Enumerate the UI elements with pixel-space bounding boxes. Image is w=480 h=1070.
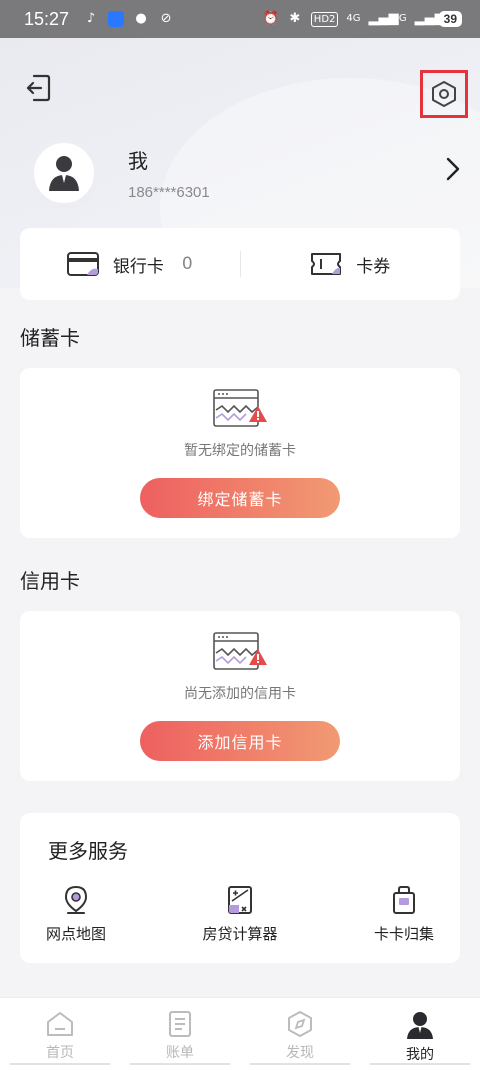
nav-label: 首页: [46, 1045, 74, 1061]
status-bar: 15:27 ♪ ● ⊘ ⏰ ✱ HD2 4G ▂▄▆ 5G ▂▄▆ 39: [0, 0, 480, 38]
app-notification-icon: [108, 11, 125, 27]
service-mortgage-calculator[interactable]: 房贷计算器: [202, 885, 278, 944]
debit-card-panel: 暂无绑定的储蓄卡 绑定储蓄卡: [20, 368, 460, 538]
battery-indicator: 39: [438, 11, 462, 27]
bottom-navigation: 首页 账单 发现 我的: [0, 997, 480, 1070]
chat-icon: ●: [135, 11, 147, 26]
service-branch-map[interactable]: 网点地图: [46, 885, 106, 944]
card-bag-icon: [392, 886, 415, 914]
settings-hex-icon: [432, 81, 456, 107]
service-label: 房贷计算器: [202, 925, 278, 943]
bank-card-icon: [66, 252, 99, 276]
tiktok-icon: ♪: [86, 11, 96, 26]
signal-5g: 5G: [392, 13, 407, 24]
settings-button[interactable]: [420, 70, 468, 118]
service-label: 卡卡归集: [373, 925, 434, 943]
credit-card-panel: 尚无添加的信用卡 添加信用卡: [20, 611, 460, 781]
home-icon: [47, 1012, 73, 1036]
nav-separators: [0, 1063, 480, 1067]
alarm-icon: ⏰: [262, 11, 279, 26]
more-services-card: 更多服务 网点地图 房贷计算器 卡卡归集: [20, 813, 460, 963]
calculator-icon: [227, 886, 252, 914]
bank-card-count: 0: [181, 254, 193, 274]
nav-bills[interactable]: 账单: [120, 998, 240, 1070]
credit-empty-text: 尚无添加的信用卡: [184, 686, 296, 702]
signal-bars-icon: ▂▄▆: [368, 11, 399, 26]
nav-mine[interactable]: 我的: [360, 998, 480, 1070]
bank-card-entry[interactable]: 银行卡 0: [20, 252, 240, 277]
compass-icon: [288, 1011, 312, 1037]
profile-phone: 186****6301: [128, 184, 210, 201]
debit-section-title: 储蓄卡: [20, 326, 80, 350]
hd-badge: HD2: [310, 11, 339, 27]
avatar[interactable]: [28, 137, 100, 209]
status-time: 15:27: [24, 8, 70, 29]
bank-card-label: 银行卡: [112, 256, 164, 277]
bill-icon: [169, 1011, 191, 1037]
service-card-collection[interactable]: 卡卡归集: [374, 885, 434, 944]
credit-section-title: 信用卡: [20, 569, 80, 593]
signal-bars-icon: ▂▄▆: [414, 11, 445, 26]
quick-actions-card: 银行卡 0 卡券: [20, 228, 460, 300]
profile-name: 我: [128, 149, 148, 173]
app-swirl-icon: ⊘: [160, 11, 172, 26]
bluetooth-icon: ✱: [289, 11, 301, 26]
nav-discover[interactable]: 发现: [240, 998, 360, 1070]
nav-home[interactable]: 首页: [0, 998, 120, 1070]
nav-label: 我的: [406, 1047, 434, 1063]
empty-card-warning-icon: [213, 389, 267, 427]
user-avatar-icon: [49, 156, 79, 191]
coupon-icon: [311, 253, 342, 275]
nav-label: 账单: [166, 1045, 194, 1061]
coupon-entry[interactable]: 卡券: [241, 252, 461, 277]
profile-row[interactable]: 我 186****6301: [28, 133, 468, 213]
exit-icon: [26, 74, 51, 102]
nav-label: 发现: [286, 1045, 314, 1061]
chevron-right-icon[interactable]: [446, 157, 460, 181]
more-services-title: 更多服务: [48, 839, 128, 863]
empty-card-warning-icon: [213, 632, 267, 670]
debit-empty-text: 暂无绑定的储蓄卡: [184, 443, 296, 459]
coupon-label: 卡券: [356, 256, 391, 277]
user-icon: [407, 1012, 433, 1039]
map-pin-icon: [64, 885, 88, 914]
bind-debit-card-button[interactable]: 绑定储蓄卡: [140, 478, 340, 518]
service-label: 网点地图: [46, 925, 107, 943]
exit-button[interactable]: [20, 70, 56, 106]
add-credit-card-button[interactable]: 添加信用卡: [140, 721, 340, 761]
signal-4g: 4G: [346, 13, 361, 24]
